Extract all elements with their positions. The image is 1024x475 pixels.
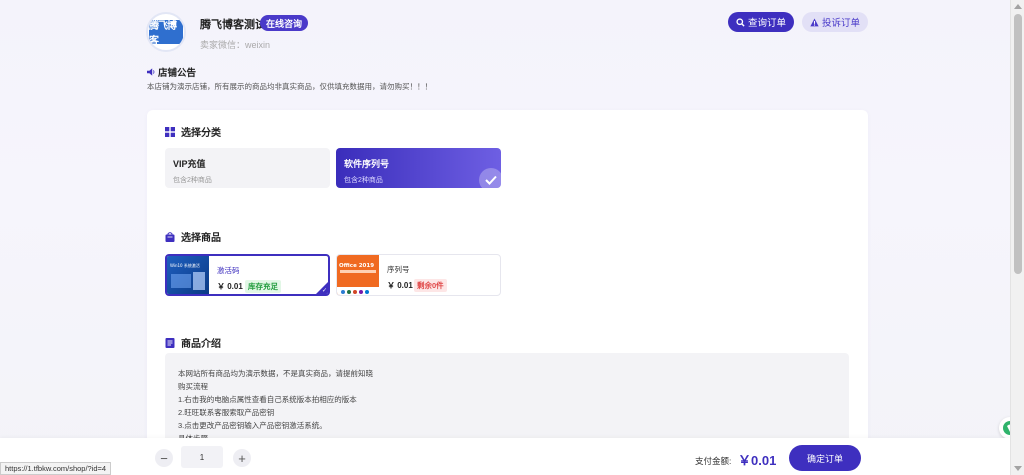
page: 腾飞博客 腾飞博客测试 在线咨询 卖家微信：weixin 查询订单 投诉订单 店… bbox=[0, 0, 1021, 475]
complain-order-label: 投诉订单 bbox=[821, 18, 860, 29]
category-count: 包含2种商品 bbox=[173, 177, 212, 184]
seller-wechat: 卖家微信：weixin bbox=[200, 40, 271, 50]
order-card: 选择分类 VIP充值 包含2种商品 软件序列号 包含2种商品 选择商品 Win1… bbox=[147, 110, 868, 450]
quantity-decrease-button[interactable]: − bbox=[155, 449, 173, 467]
notice-text: 本店铺为演示店铺，所有展示的商品均非真实商品，仅供填充数据用，请勿购买！！！ bbox=[147, 82, 432, 91]
description-line: 购买流程 bbox=[178, 382, 208, 391]
category-name: 软件序列号 bbox=[344, 159, 390, 169]
vertical-scrollbar[interactable] bbox=[1010, 0, 1024, 475]
product-price: ￥ 0.01 bbox=[387, 281, 413, 290]
bag-icon bbox=[165, 231, 175, 242]
product-item-serial-number[interactable]: Office 2019 序列号 ￥ 0.01 剩余0件 bbox=[336, 254, 501, 296]
complain-order-button[interactable]: 投诉订单 bbox=[802, 12, 868, 32]
shop-logo-text: 腾飞博客 bbox=[149, 20, 183, 47]
category-count: 包含2种商品 bbox=[344, 177, 383, 184]
grid-icon bbox=[165, 126, 175, 137]
shop-logo: 腾飞博客 bbox=[146, 12, 186, 52]
scroll-down-icon[interactable] bbox=[1014, 466, 1022, 471]
scrollbar-thumb[interactable] bbox=[1014, 14, 1022, 274]
pay-amount: ￥0.01 bbox=[738, 453, 777, 468]
product-description: 本网站所有商品均为演示数据，不是真实商品，请提前知晓 购买流程 1.右击我的电脑… bbox=[165, 353, 849, 450]
product-thumbnail: Office 2019 bbox=[337, 255, 379, 295]
category-software-serial[interactable]: 软件序列号 包含2种商品 bbox=[336, 148, 501, 188]
shop-name: 腾飞博客测试 bbox=[200, 19, 266, 31]
scroll-up-icon[interactable] bbox=[1014, 4, 1022, 9]
document-icon bbox=[165, 337, 175, 348]
category-vip-recharge[interactable]: VIP充值 包含2种商品 bbox=[165, 148, 330, 188]
check-icon: ✓ bbox=[321, 288, 327, 294]
status-bar-url: https://1.tfbkw.com/shop/?id=4 bbox=[0, 462, 112, 475]
description-line: 1.右击我的电脑点属性查看自己系统版本拍相应的版本 bbox=[178, 395, 357, 404]
product-title-label: 选择商品 bbox=[181, 233, 221, 244]
category-section-title: 选择分类 bbox=[165, 124, 221, 139]
query-order-label: 查询订单 bbox=[747, 18, 786, 29]
stock-badge: 剩余0件 bbox=[414, 279, 447, 292]
product-name: 序列号 bbox=[387, 265, 410, 274]
category-name: VIP充值 bbox=[173, 159, 206, 169]
warning-icon bbox=[810, 17, 819, 26]
selected-check-icon bbox=[479, 168, 501, 188]
notice-title-label: 店铺公告 bbox=[158, 68, 197, 79]
checkout-bar: − + 支付金额: ￥0.01 确定订单 bbox=[0, 438, 1010, 475]
product-item-activation-code[interactable]: Win10 系统激活 激活码 ￥ 0.01 库存充足 ✓ bbox=[165, 254, 330, 296]
notice-title: 店铺公告 bbox=[147, 65, 196, 79]
search-icon bbox=[736, 17, 745, 27]
product-thumbnail-text: Office 2019 bbox=[339, 263, 374, 269]
stock-badge: 库存充足 bbox=[245, 280, 281, 293]
intro-title-label: 商品介绍 bbox=[181, 339, 221, 350]
product-section-title: 选择商品 bbox=[165, 229, 221, 244]
query-order-button[interactable]: 查询订单 bbox=[728, 12, 794, 32]
quantity-increase-button[interactable]: + bbox=[233, 449, 251, 467]
product-price: ￥ 0.01 bbox=[217, 282, 243, 291]
product-name: 激活码 bbox=[217, 266, 240, 275]
category-title-label: 选择分类 bbox=[181, 128, 221, 139]
speaker-icon bbox=[147, 68, 155, 76]
quantity-input[interactable] bbox=[181, 446, 223, 468]
confirm-order-button[interactable]: 确定订单 bbox=[789, 445, 861, 471]
description-line: 本网站所有商品均为演示数据，不是真实商品，请提前知晓 bbox=[178, 369, 373, 378]
online-consult-button[interactable]: 在线咨询 bbox=[260, 15, 309, 31]
intro-section-title: 商品介绍 bbox=[165, 335, 221, 350]
pay-amount-label: 支付金额: bbox=[695, 456, 732, 466]
product-thumbnail-text: Win10 系统激活 bbox=[170, 262, 200, 268]
description-line: 3.点击更改产品密钥输入产品密钥激活系统。 bbox=[178, 421, 327, 430]
product-thumbnail: Win10 系统激活 bbox=[167, 256, 209, 294]
description-line: 2.旺旺联系客服索取产品密钥 bbox=[178, 408, 275, 417]
